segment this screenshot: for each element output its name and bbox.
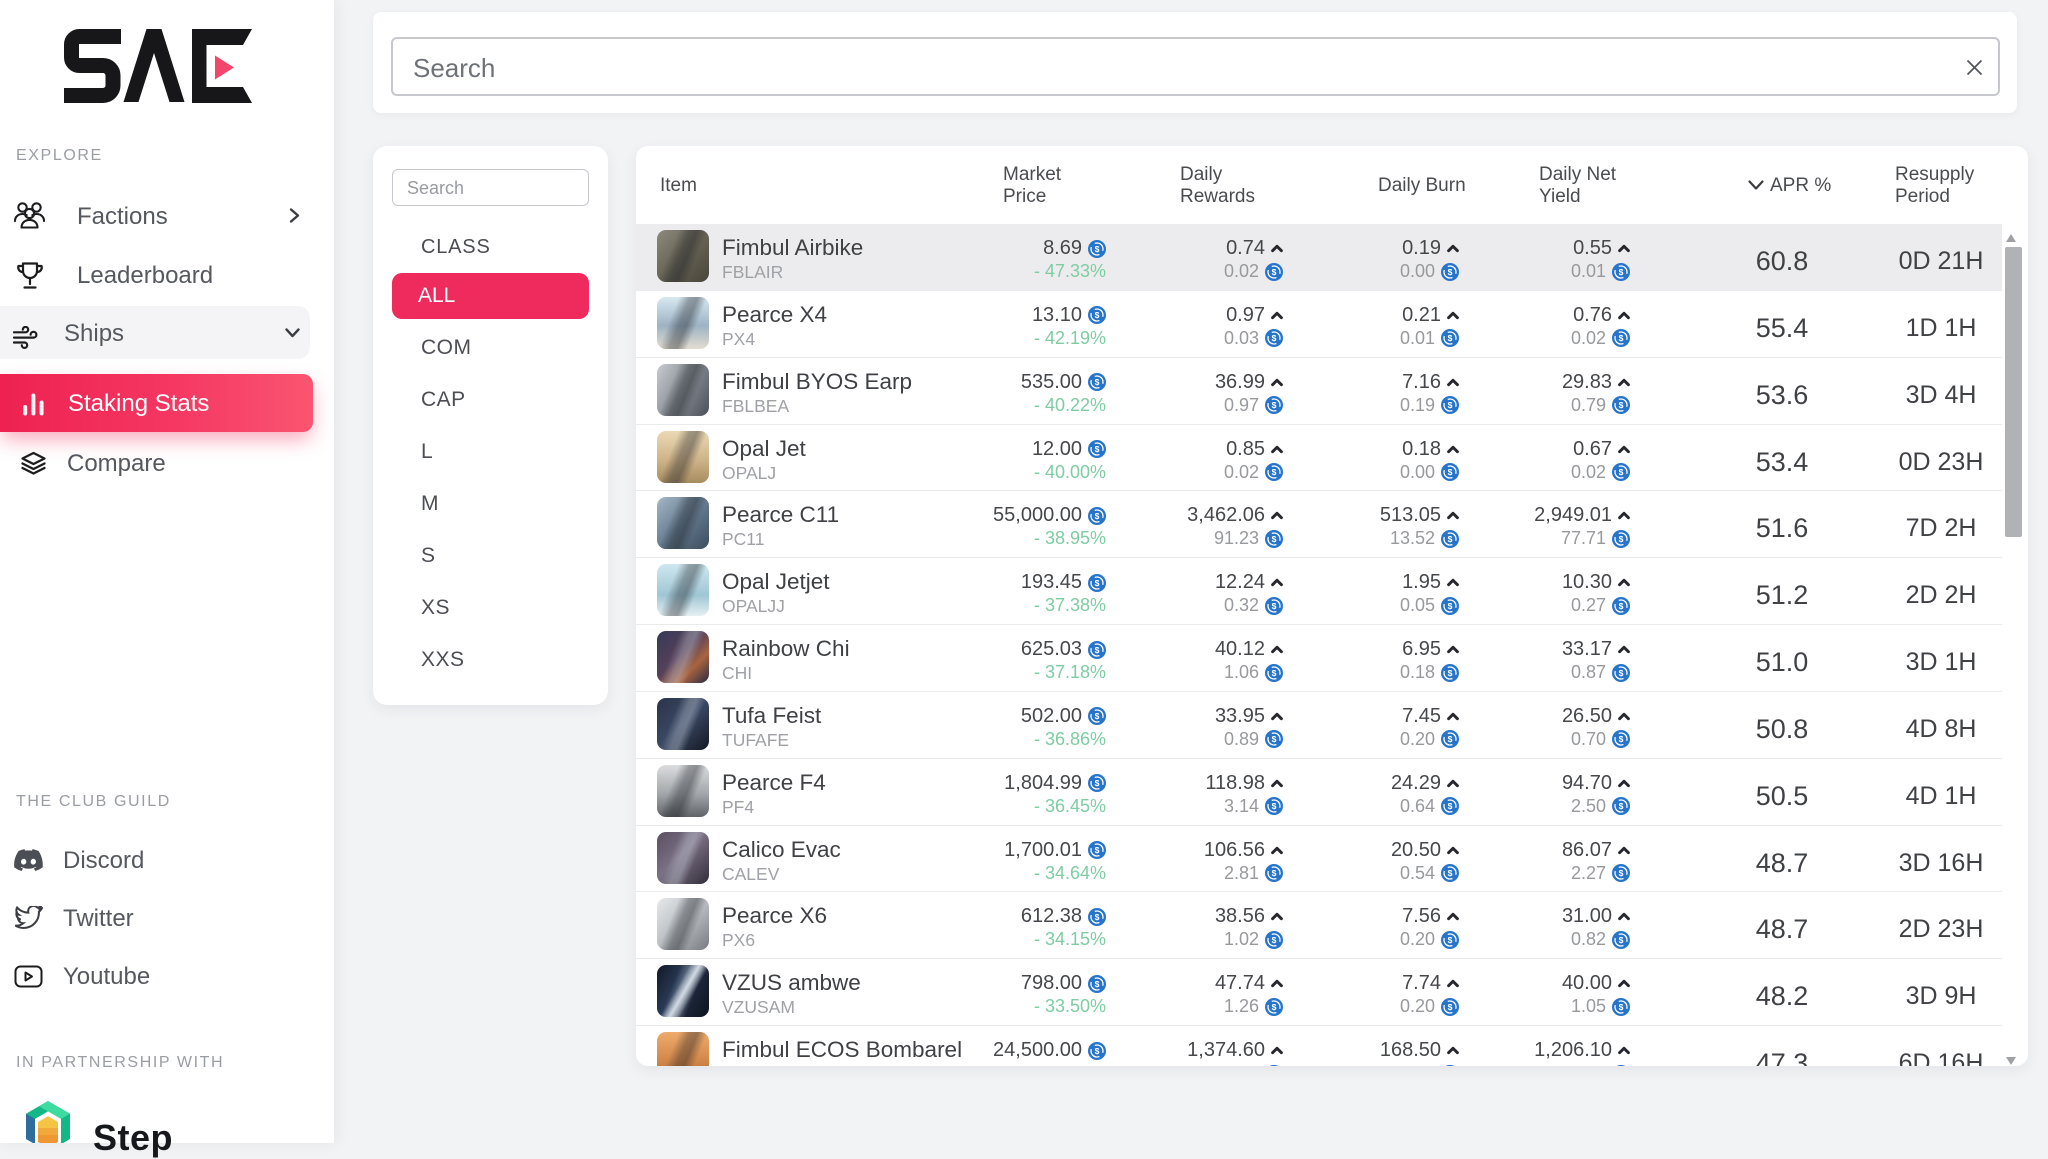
svg-text:$: $ bbox=[1619, 1002, 1624, 1012]
svg-text:$: $ bbox=[1095, 1046, 1100, 1056]
svg-text:$: $ bbox=[1619, 868, 1624, 878]
svg-text:$: $ bbox=[1272, 266, 1277, 276]
svg-text:$: $ bbox=[1095, 711, 1100, 721]
svg-text:$: $ bbox=[1619, 935, 1624, 945]
svg-text:$: $ bbox=[1619, 333, 1624, 343]
svg-text:$: $ bbox=[1272, 534, 1277, 544]
svg-text:$: $ bbox=[1448, 935, 1453, 945]
svg-text:$: $ bbox=[1095, 979, 1100, 989]
svg-text:$: $ bbox=[1095, 644, 1100, 654]
svg-text:$: $ bbox=[1272, 467, 1277, 477]
svg-text:$: $ bbox=[1448, 801, 1453, 811]
svg-text:$: $ bbox=[1095, 310, 1100, 320]
svg-text:$: $ bbox=[1095, 444, 1100, 454]
svg-text:$: $ bbox=[1448, 534, 1453, 544]
svg-text:$: $ bbox=[1619, 734, 1624, 744]
svg-text:$: $ bbox=[1619, 601, 1624, 611]
svg-text:$: $ bbox=[1095, 845, 1100, 855]
svg-text:$: $ bbox=[1272, 868, 1277, 878]
svg-text:$: $ bbox=[1448, 266, 1453, 276]
svg-text:$: $ bbox=[1095, 511, 1100, 521]
svg-text:$: $ bbox=[1619, 400, 1624, 410]
svg-text:$: $ bbox=[1619, 667, 1624, 677]
svg-text:$: $ bbox=[1448, 333, 1453, 343]
svg-text:$: $ bbox=[1095, 778, 1100, 788]
svg-text:$: $ bbox=[1272, 801, 1277, 811]
svg-text:$: $ bbox=[1095, 377, 1100, 387]
svg-text:$: $ bbox=[1619, 801, 1624, 811]
svg-text:$: $ bbox=[1272, 667, 1277, 677]
svg-text:$: $ bbox=[1272, 734, 1277, 744]
svg-text:$: $ bbox=[1095, 578, 1100, 588]
svg-text:$: $ bbox=[1448, 400, 1453, 410]
svg-text:$: $ bbox=[1095, 243, 1100, 253]
svg-text:$: $ bbox=[1272, 601, 1277, 611]
svg-text:$: $ bbox=[1619, 266, 1624, 276]
svg-text:$: $ bbox=[1619, 534, 1624, 544]
svg-text:$: $ bbox=[1272, 935, 1277, 945]
svg-text:$: $ bbox=[1272, 400, 1277, 410]
svg-text:$: $ bbox=[1448, 467, 1453, 477]
svg-text:$: $ bbox=[1272, 1002, 1277, 1012]
svg-text:$: $ bbox=[1272, 333, 1277, 343]
svg-text:$: $ bbox=[1095, 912, 1100, 922]
svg-text:$: $ bbox=[1448, 868, 1453, 878]
svg-text:$: $ bbox=[1448, 601, 1453, 611]
svg-text:$: $ bbox=[1448, 1002, 1453, 1012]
svg-text:$: $ bbox=[1448, 734, 1453, 744]
svg-text:$: $ bbox=[1448, 667, 1453, 677]
svg-text:$: $ bbox=[1619, 467, 1624, 477]
